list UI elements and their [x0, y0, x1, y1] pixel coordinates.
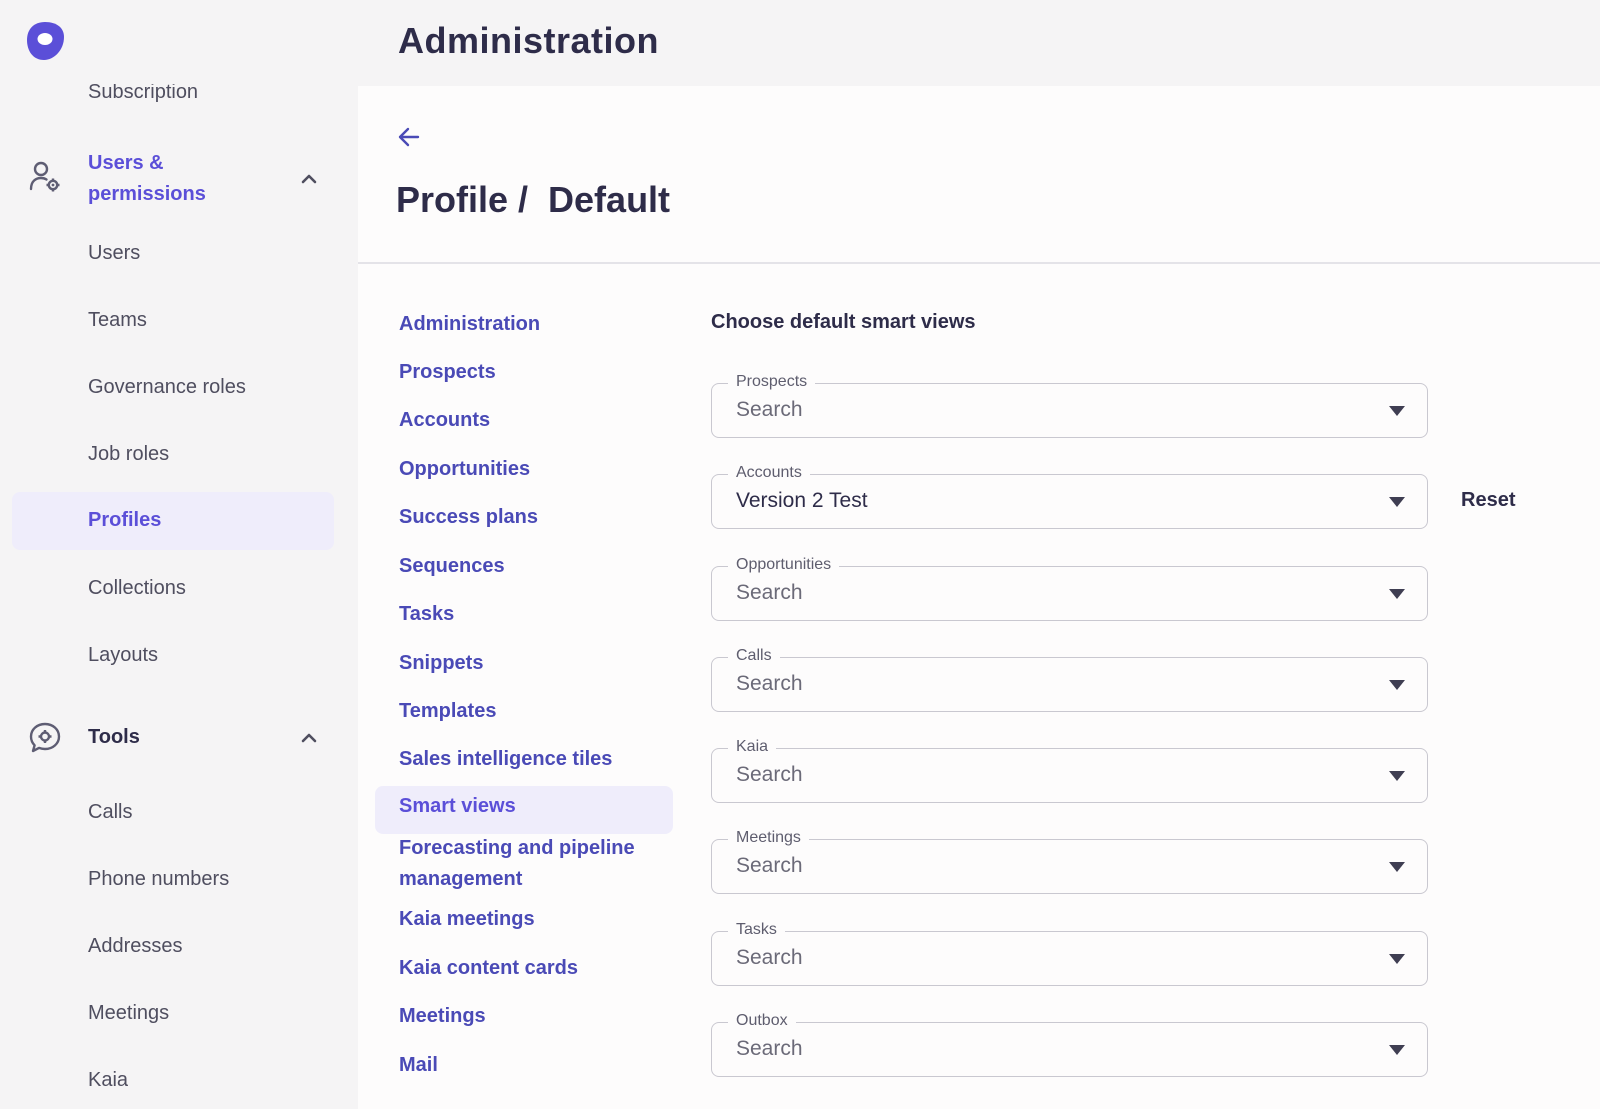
chevron-up-icon[interactable]	[298, 168, 320, 190]
chevron-up-icon[interactable]	[298, 727, 320, 749]
field-label: Opportunities	[728, 556, 840, 574]
select-tasks[interactable]: Tasks Search	[711, 921, 1428, 986]
top-header: Administration	[358, 0, 1600, 86]
select-accounts[interactable]: Accounts Version 2 Test	[711, 464, 1428, 529]
subnav-success-plans[interactable]: Success plans	[399, 502, 538, 533]
subnav-snippets[interactable]: Snippets	[399, 648, 483, 679]
subnav-opportunities[interactable]: Opportunities	[399, 454, 530, 485]
user-gear-icon	[29, 161, 60, 192]
outreach-logo-icon[interactable]	[24, 20, 66, 62]
subnav-smart-views[interactable]: Smart views	[375, 786, 673, 834]
subnav-administration[interactable]: Administration	[399, 309, 540, 340]
group-label-tools: Tools	[88, 726, 140, 748]
field-label: Prospects	[728, 373, 816, 391]
caret-down-icon	[1389, 1045, 1405, 1055]
field-value: Search	[736, 1037, 803, 1060]
field-label: Calls	[728, 647, 780, 665]
field-label: Meetings	[728, 829, 809, 847]
sidebar-item-users[interactable]: Users	[88, 242, 140, 265]
subnav-accounts[interactable]: Accounts	[399, 405, 490, 436]
subnav-prospects[interactable]: Prospects	[399, 357, 496, 388]
caret-down-icon	[1389, 862, 1405, 872]
sidebar-item-governance-roles[interactable]: Governance roles	[88, 376, 246, 399]
sidebar-item-meetings[interactable]: Meetings	[88, 1002, 169, 1025]
sidebar-item-label: Profiles	[88, 509, 162, 531]
chat-gear-icon	[29, 722, 61, 753]
header-title: Administration	[398, 20, 660, 61]
caret-down-icon	[1389, 680, 1405, 690]
sidebar-item-collections[interactable]: Collections	[88, 577, 186, 600]
caret-down-icon	[1389, 406, 1405, 416]
subnav-sales-intelligence-tiles[interactable]: Sales intelligence tiles	[399, 744, 612, 775]
sidebar-item-calls[interactable]: Calls	[88, 801, 132, 824]
select-prospects[interactable]: Prospects Search	[711, 373, 1428, 438]
field-label: Tasks	[728, 921, 785, 939]
sidebar-item-subscription[interactable]: Subscription	[88, 84, 198, 106]
caret-down-icon	[1389, 497, 1405, 507]
group-tools[interactable]: Tools	[0, 720, 358, 756]
select-kaia[interactable]: Kaia Search	[711, 738, 1428, 803]
field-value: Search	[736, 854, 803, 877]
select-meetings[interactable]: Meetings Search	[711, 829, 1428, 894]
sidebar-item-profiles[interactable]: Profiles	[12, 492, 334, 550]
select-outbox[interactable]: Outbox Search	[711, 1012, 1428, 1077]
field-value: Version 2 Test	[736, 489, 868, 512]
sidebar-item-phone-numbers[interactable]: Phone numbers	[88, 868, 229, 891]
caret-down-icon	[1389, 589, 1405, 599]
reset-button[interactable]: Reset	[1461, 489, 1515, 512]
field-value: Search	[736, 672, 803, 695]
field-label: Kaia	[728, 738, 777, 756]
divider	[358, 262, 1600, 264]
caret-down-icon	[1389, 954, 1405, 964]
subnav-sequences[interactable]: Sequences	[399, 551, 505, 582]
main-panel: Profile / Default Administration Prospec…	[358, 86, 1600, 1109]
subnav-kaia-meetings[interactable]: Kaia meetings	[399, 904, 535, 935]
group-label-users-permissions: Users & permissions	[88, 152, 206, 205]
field-label: Outbox	[728, 1012, 796, 1030]
subnav-meetings[interactable]: Meetings	[399, 1001, 486, 1032]
subnav-mail[interactable]: Mail	[399, 1050, 438, 1081]
sidebar-item-job-roles[interactable]: Job roles	[88, 443, 169, 466]
sidebar-item-layouts[interactable]: Layouts	[88, 644, 158, 667]
subnav-kaia-content-cards[interactable]: Kaia content cards	[399, 953, 578, 984]
caret-down-icon	[1389, 771, 1405, 781]
subnav-label: Smart views	[399, 795, 516, 817]
sidebar: Subscription Users & permissions Users T…	[0, 0, 358, 1109]
field-value: Search	[736, 946, 803, 969]
select-opportunities[interactable]: Opportunities Search	[711, 556, 1428, 621]
sidebar-item-teams[interactable]: Teams	[88, 309, 147, 332]
subnav-forecasting-pipeline[interactable]: Forecasting and pipeline management	[399, 833, 635, 895]
page-title: Profile / Default	[396, 179, 671, 220]
sidebar-item-addresses[interactable]: Addresses	[88, 935, 183, 958]
field-value: Search	[736, 398, 803, 421]
subnav-tasks[interactable]: Tasks	[399, 599, 454, 630]
select-calls[interactable]: Calls Search	[711, 647, 1428, 712]
subnav-templates[interactable]: Templates	[399, 696, 496, 727]
field-value: Search	[736, 581, 803, 604]
back-arrow-icon[interactable]	[396, 124, 422, 150]
group-users-permissions[interactable]: Users & permissions	[0, 148, 358, 210]
field-label: Accounts	[728, 464, 810, 482]
sidebar-item-kaia[interactable]: Kaia	[88, 1069, 128, 1092]
section-title: Choose default smart views	[711, 311, 976, 333]
field-value: Search	[736, 763, 803, 786]
